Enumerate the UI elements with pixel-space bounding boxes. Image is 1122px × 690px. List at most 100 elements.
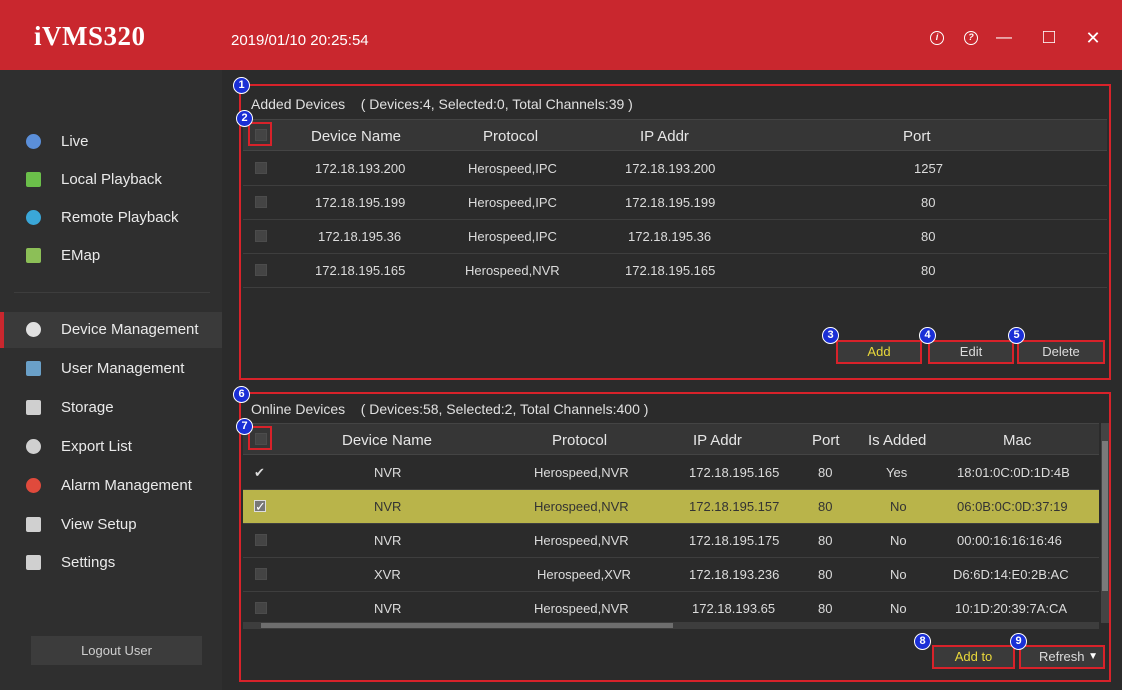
sidebar-item-label: Settings: [61, 554, 116, 571]
sidebar-divider: [14, 292, 210, 293]
column-header: Mac: [1003, 432, 1032, 449]
row-checkbox[interactable]: [255, 602, 267, 614]
current-datetime: 2019/01/10 20:25:54: [231, 32, 369, 49]
sidebar-item-alarm-management[interactable]: Alarm Management: [0, 468, 222, 504]
row-checkbox[interactable]: [255, 230, 267, 242]
minimize-icon: —: [996, 29, 1012, 46]
export-list-icon: [26, 439, 41, 454]
cell-port: 80: [818, 499, 833, 514]
table-row[interactable]: NVR Herospeed,NVR 172.18.195.175 80 No 0…: [243, 524, 1099, 558]
sidebar-item-export-list[interactable]: Export List: [0, 429, 222, 465]
callout-badge: 3: [822, 327, 839, 344]
device-management-icon: [26, 322, 41, 337]
sidebar-item-label: Live: [61, 133, 89, 150]
sidebar-item-remote-playback[interactable]: Remote Playback: [0, 200, 222, 236]
row-checkbox[interactable]: [255, 264, 267, 276]
column-header: Is Added: [868, 432, 927, 449]
user-management-icon: [26, 361, 41, 376]
cell-protocol: Herospeed,IPC: [468, 229, 557, 244]
add-to-button[interactable]: Add to: [932, 645, 1015, 669]
close-button[interactable]: ✕: [1081, 26, 1105, 50]
online-devices-title: Online Devices ( Devices:58, Selected:2,…: [251, 401, 648, 417]
cell-is-added: No: [890, 499, 907, 514]
settings-icon: [26, 555, 41, 570]
sidebar-item-device-management[interactable]: Device Management: [0, 312, 222, 348]
refresh-label: Refresh: [1039, 649, 1085, 664]
column-header: Port: [903, 128, 931, 145]
column-header: Protocol: [483, 128, 539, 145]
help-button[interactable]: ?: [959, 26, 983, 50]
column-header: IP Addr: [640, 128, 689, 145]
cell-port: 80: [818, 533, 833, 548]
cell-is-added: No: [890, 601, 907, 616]
sidebar-item-label: Export List: [61, 438, 132, 455]
sidebar-item-storage[interactable]: Storage: [0, 390, 222, 426]
row-checkbox[interactable]: [255, 162, 267, 174]
cell-ip: 172.18.195.175: [689, 533, 780, 548]
cell-protocol: Herospeed,NVR: [534, 499, 629, 514]
sidebar-item-live[interactable]: Live: [0, 124, 222, 160]
row-checkbox[interactable]: [255, 196, 267, 208]
online-devices-panel: Online Devices ( Devices:58, Selected:2,…: [239, 392, 1111, 682]
cell-protocol: Herospeed,IPC: [468, 195, 557, 210]
table-row[interactable]: ✔ NVR Herospeed,NVR 172.18.195.165 80 Ye…: [243, 456, 1099, 490]
callout-badge: 7: [236, 418, 253, 435]
cell-port: 80: [818, 465, 833, 480]
cell-protocol: Herospeed,IPC: [468, 161, 557, 176]
vertical-scrollbar[interactable]: [1101, 423, 1109, 623]
table-row[interactable]: 172.18.195.36 Herospeed,IPC 172.18.195.3…: [243, 220, 1107, 254]
column-header: Device Name: [342, 432, 433, 449]
minimize-button[interactable]: —: [992, 26, 1016, 50]
sidebar-item-local-playback[interactable]: Local Playback: [0, 162, 222, 198]
close-icon: ✕: [1085, 28, 1101, 48]
table-row[interactable]: NVR Herospeed,NVR 172.18.193.65 80 No 10…: [243, 592, 1099, 626]
cell-ip: 172.18.193.65: [692, 601, 776, 616]
added-devices-panel: Added Devices ( Devices:4, Selected:0, T…: [239, 84, 1111, 380]
table-row[interactable]: 172.18.195.165 Herospeed,NVR 172.18.195.…: [243, 254, 1107, 288]
sidebar-item-view-setup[interactable]: View Setup: [0, 507, 222, 543]
table-row-selected[interactable]: ✓ NVR Herospeed,NVR 172.18.195.157 80 No…: [243, 490, 1099, 524]
maximize-icon: □: [1042, 26, 1056, 48]
delete-device-button[interactable]: Delete: [1017, 340, 1105, 364]
row-checkbox[interactable]: [255, 568, 267, 580]
cell-ip: 172.18.193.236: [689, 567, 780, 582]
table-row[interactable]: 172.18.195.199 Herospeed,IPC 172.18.195.…: [243, 186, 1107, 220]
cell-protocol: Herospeed,NVR: [534, 465, 629, 480]
table-row[interactable]: XVR Herospeed,XVR 172.18.193.236 80 No D…: [243, 558, 1099, 592]
cell-device-name: 172.18.195.36: [318, 229, 402, 244]
sidebar-item-user-management[interactable]: User Management: [0, 351, 222, 387]
cell-device-name: NVR: [374, 533, 402, 548]
info-button[interactable]: i: [925, 26, 949, 50]
dropdown-arrow-icon[interactable]: ▼: [1088, 647, 1098, 667]
cell-mac: 10:1D:20:39:7A:CA: [955, 601, 1068, 616]
add-device-button[interactable]: Add: [836, 340, 922, 364]
table-row[interactable]: 172.18.193.200 Herospeed,IPC 172.18.193.…: [243, 152, 1107, 186]
panel-title-label: Online Devices: [251, 401, 346, 417]
vertical-scroll-thumb[interactable]: [1102, 441, 1108, 591]
callout-badge: 9: [1010, 633, 1027, 650]
cell-port: 80: [818, 601, 833, 616]
horizontal-scrollbar[interactable]: [243, 622, 1099, 629]
checkmark-icon[interactable]: ✔: [254, 466, 265, 479]
callout-badge: 2: [236, 110, 253, 127]
maximize-button[interactable]: □: [1037, 26, 1061, 50]
sidebar-item-emap[interactable]: EMap: [0, 238, 222, 274]
cell-ip: 172.18.195.199: [625, 195, 716, 210]
sidebar-item-label: Device Management: [61, 321, 199, 338]
cell-port: 1257: [914, 161, 943, 176]
sidebar-item-label: Storage: [61, 399, 114, 416]
row-checkbox[interactable]: [255, 534, 267, 546]
edit-device-button[interactable]: Edit: [928, 340, 1014, 364]
column-header: Port: [812, 432, 840, 449]
cell-device-name: XVR: [374, 567, 401, 582]
horizontal-scroll-thumb[interactable]: [261, 623, 673, 628]
sidebar-item-settings[interactable]: Settings: [0, 545, 222, 581]
cell-device-name: 172.18.193.200: [315, 161, 406, 176]
callout-badge: 1: [233, 77, 250, 94]
sidebar-item-label: Remote Playback: [61, 209, 179, 226]
cell-mac: 18:01:0C:0D:1D:4B: [957, 465, 1070, 480]
logout-button[interactable]: Logout User: [31, 636, 202, 665]
column-header: Device Name: [311, 128, 402, 145]
refresh-button[interactable]: Refresh ▼: [1019, 645, 1105, 669]
panel-title-label: Added Devices: [251, 96, 346, 112]
